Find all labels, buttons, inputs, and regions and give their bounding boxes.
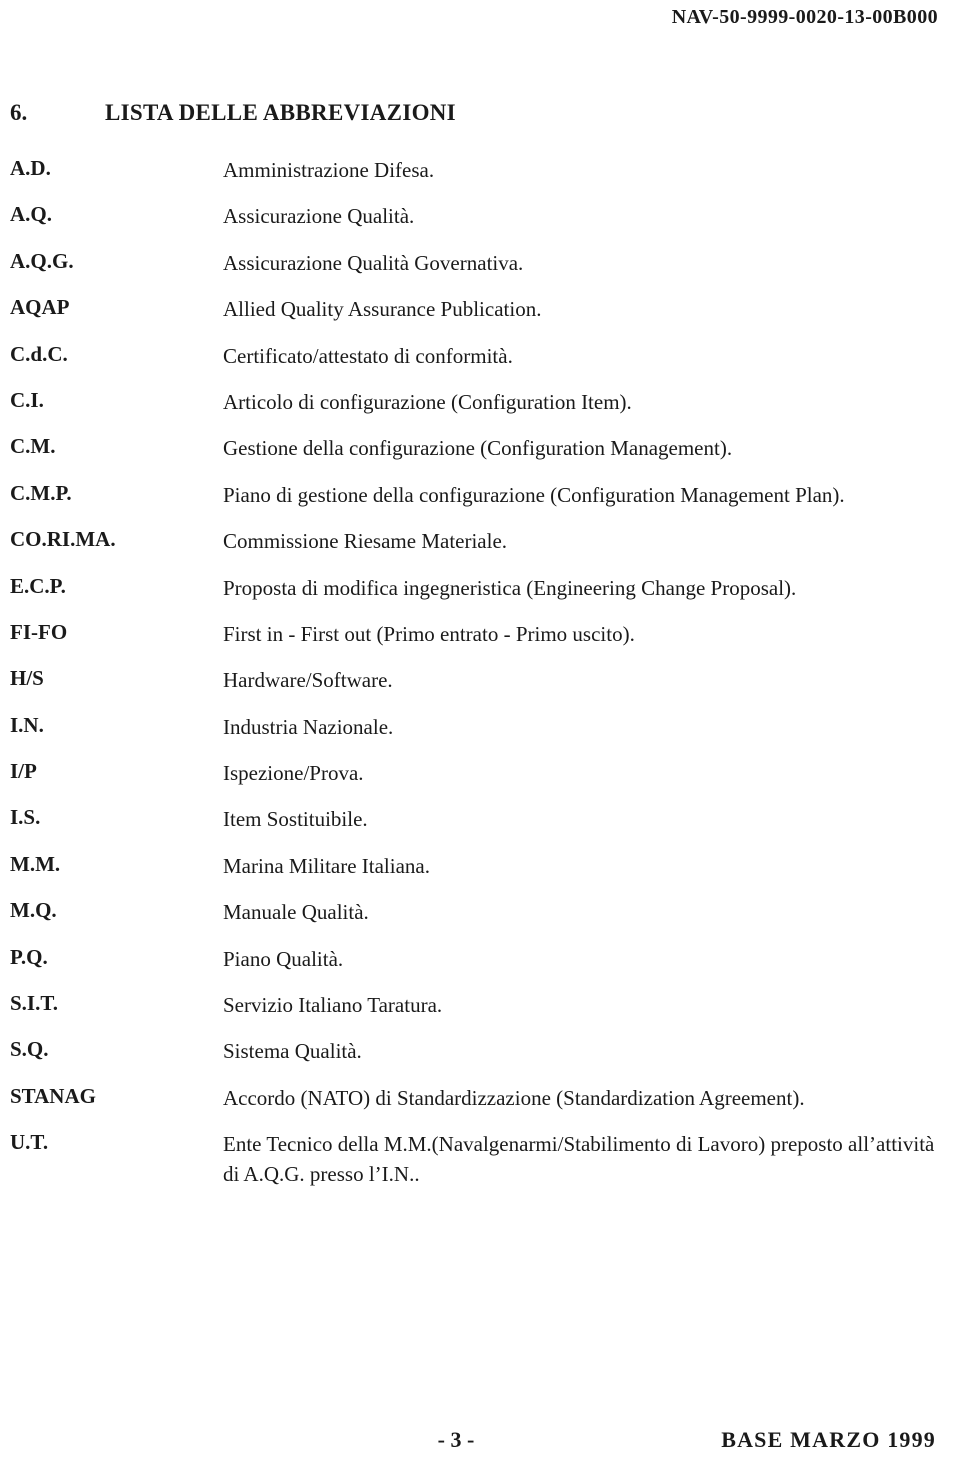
abbreviation-term: A.Q.G. bbox=[10, 248, 74, 273]
abbreviation-definition: Ispezione/Prova. bbox=[223, 761, 364, 786]
abbreviation-row: S.Q. Sistema Qualità. bbox=[10, 1036, 935, 1066]
abbreviation-definition: Certificato/attestato di conformità. bbox=[223, 343, 513, 368]
page-footer: - 3 - BASE MARZO 1999 bbox=[0, 1427, 936, 1457]
abbreviation-definition: Gestione della configurazione (Configura… bbox=[223, 436, 733, 461]
abbreviation-definition: Piano di gestione della configurazione (… bbox=[223, 482, 845, 507]
document-page: NAV-50-9999-0020-13-00B000 6. LISTA DELL… bbox=[0, 0, 960, 1473]
abbreviation-term: C.I. bbox=[10, 387, 44, 412]
document-code-header: NAV-50-9999-0020-13-00B000 bbox=[671, 6, 938, 28]
abbreviation-row: H/S Hardware/Software. bbox=[10, 665, 935, 695]
abbreviation-row: S.I.T. Servizio Italiano Taratura. bbox=[10, 990, 935, 1020]
abbreviation-definition: Articolo di configurazione (Configuratio… bbox=[223, 389, 632, 414]
abbreviation-term: AQAP bbox=[10, 295, 70, 320]
abbreviation-definition: Manuale Qualità. bbox=[223, 900, 369, 925]
abbreviation-term: FI-FO bbox=[10, 619, 68, 644]
abbreviation-row: A.Q. Assicurazione Qualità. bbox=[10, 201, 935, 231]
abbreviation-row: I/P Ispezione/Prova. bbox=[10, 758, 935, 788]
abbreviation-definition: Proposta di modifica ingegneristica (Eng… bbox=[223, 575, 797, 600]
abbreviation-definition: Servizio Italiano Taratura. bbox=[223, 993, 443, 1018]
abbreviation-term: C.d.C. bbox=[10, 341, 68, 366]
abbreviation-definition: Assicurazione Qualità Governativa. bbox=[223, 250, 524, 275]
abbreviation-row: FI-FO First in - First out (Primo entrato… bbox=[10, 619, 935, 649]
abbreviation-term: I.N. bbox=[10, 712, 44, 737]
abbreviation-row: STANAG Accordo (NATO) di Standardizzazion… bbox=[10, 1083, 935, 1113]
abbreviation-row: A.Q.G. Assicurazione Qualità Governativa. bbox=[10, 248, 935, 278]
abbreviation-row: C.I. Articolo di configurazione (Configur… bbox=[10, 387, 935, 417]
abbreviation-definition: Allied Quality Assurance Publication. bbox=[223, 297, 542, 322]
abbreviation-definition: Marina Militare Italiana. bbox=[223, 853, 430, 878]
abbreviation-term: P.Q. bbox=[10, 944, 48, 969]
abbreviation-definition: First in - First out (Primo entrato - Pr… bbox=[223, 621, 635, 646]
abbreviation-definition: Item Sostituibile. bbox=[223, 807, 368, 832]
abbreviation-definition: Industria Nazionale. bbox=[223, 714, 394, 739]
abbreviation-term: I.S. bbox=[10, 805, 41, 830]
abbreviation-row: E.C.P. Proposta di modifica ingegneristic… bbox=[10, 573, 935, 603]
abbreviation-row: C.M. Gestione della configurazione (Confi… bbox=[10, 433, 935, 463]
abbreviation-term: I/P bbox=[10, 759, 37, 784]
abbreviation-definition: Commissione Riesame Materiale. bbox=[223, 529, 508, 554]
section-number: 6. bbox=[10, 100, 28, 125]
abbreviation-row: M.M. Marina Militare Italiana. bbox=[10, 851, 935, 881]
abbreviation-row: CO.RI.MA. Commissione Riesame Materiale. bbox=[10, 526, 935, 556]
abbreviation-term: M.M. bbox=[10, 851, 61, 876]
page-title: LISTA DELLE ABBREVIAZIONI bbox=[105, 100, 456, 125]
abbreviation-definition: Accordo (NATO) di Standardizzazione (Sta… bbox=[223, 1085, 805, 1110]
abbreviation-list: A.D. Amministrazione Difesa. A.Q. Assicuraz… bbox=[10, 155, 935, 1206]
abbreviation-term: STANAG bbox=[10, 1083, 96, 1108]
abbreviation-row: I.S. Item Sostituibile. bbox=[10, 804, 935, 834]
abbreviation-term: H/S bbox=[10, 666, 44, 691]
abbreviation-term: E.C.P. bbox=[10, 573, 66, 598]
abbreviation-term: C.M. bbox=[10, 434, 56, 459]
abbreviation-definition: Hardware/Software. bbox=[223, 668, 393, 693]
abbreviation-definition: Piano Qualità. bbox=[223, 946, 344, 971]
abbreviation-row: C.M.P. Piano di gestione della configuraz… bbox=[10, 480, 935, 510]
abbreviation-term: A.D. bbox=[10, 156, 51, 180]
section-heading-row: 6. LISTA DELLE ABBREVIAZIONI bbox=[10, 100, 935, 126]
abbreviation-row: C.d.C. Certificato/attestato di conformit… bbox=[10, 341, 935, 371]
abbreviation-definition: Sistema Qualità. bbox=[223, 1039, 362, 1064]
abbreviation-definition: Amministrazione Difesa. bbox=[223, 158, 435, 182]
abbreviation-row: M.Q. Manuale Qualità. bbox=[10, 897, 935, 927]
abbreviation-row: A.D. Amministrazione Difesa. bbox=[10, 155, 935, 185]
abbreviation-term: M.Q. bbox=[10, 898, 57, 923]
abbreviation-term: A.Q. bbox=[10, 202, 52, 227]
abbreviation-row: I.N. Industria Nazionale. bbox=[10, 712, 935, 742]
edition-label: BASE MARZO 1999 bbox=[721, 1427, 936, 1452]
abbreviation-row: AQAP Allied Quality Assurance Publication… bbox=[10, 294, 935, 324]
abbreviation-term: S.Q. bbox=[10, 1037, 49, 1062]
abbreviation-row: U.T. Ente Tecnico della M.M.(Navalgenarmi… bbox=[10, 1129, 935, 1189]
abbreviation-term: U.T. bbox=[10, 1130, 49, 1155]
abbreviation-term: S.I.T. bbox=[10, 991, 59, 1016]
abbreviation-term: C.M.P. bbox=[10, 480, 72, 505]
abbreviation-definition: Ente Tecnico della M.M.(Navalgenarmi/Sta… bbox=[223, 1132, 935, 1187]
abbreviation-definition: Assicurazione Qualità. bbox=[223, 204, 415, 229]
abbreviation-row: P.Q. Piano Qualità. bbox=[10, 944, 935, 974]
abbreviation-term: CO.RI.MA. bbox=[10, 527, 116, 552]
